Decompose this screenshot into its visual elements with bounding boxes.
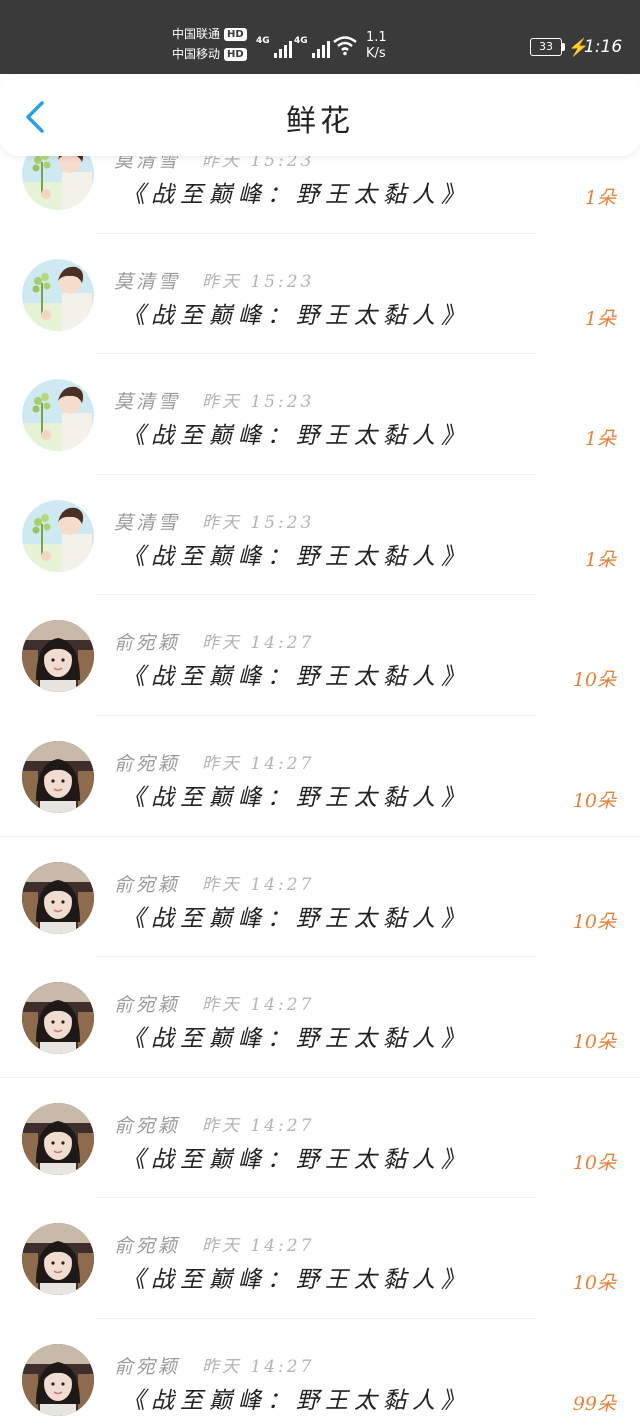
flower-gift-list: 莫清雪 昨天 15:23 《战至巅峰：野王太黏人》 1朵 莫清雪 昨天 15:2… (0, 113, 640, 1422)
carrier-1-label: 中国联通 (172, 27, 221, 41)
gift-time: 昨天 15:23 (202, 392, 315, 413)
status-bar: 中国联通 HD 中国移动 HD 4G 4G 1.1 K/s 33 ⚡ 1:16 (0, 0, 640, 74)
book-title: 《战至巅峰：野王太黏人》 (122, 182, 470, 208)
wifi-icon (333, 36, 357, 56)
user-name: 莫清雪 (114, 511, 181, 534)
nav-header: 鲜花 (0, 74, 640, 156)
gift-list-item[interactable]: 莫清雪 昨天 15:23 《战至巅峰：野王太黏人》 1朵 (0, 234, 640, 355)
user-name: 俞宛颖 (114, 873, 181, 896)
carrier-2-label: 中国移动 (172, 47, 221, 61)
flower-count: 10朵 (572, 910, 616, 933)
battery-level: 33 (539, 40, 553, 53)
net-speed-unit: K/s (366, 46, 386, 61)
gift-list-item[interactable]: 俞宛颖 昨天 14:27 《战至巅峰：野王太黏人》 10朵 (0, 716, 640, 837)
avatar-girl[interactable] (22, 1102, 94, 1175)
flower-count: 99朵 (572, 1392, 616, 1415)
avatar-boy[interactable] (22, 499, 94, 572)
gift-list-item[interactable]: 俞宛颖 昨天 14:27 《战至巅峰：野王太黏人》 10朵 (0, 1198, 640, 1319)
gift-list-item[interactable]: 俞宛颖 昨天 14:27 《战至巅峰：野王太黏人》 99朵 (0, 1319, 640, 1422)
avatar-boy[interactable] (22, 379, 94, 452)
flower-count: 10朵 (572, 1272, 616, 1295)
avatar-girl[interactable] (22, 1343, 94, 1416)
hd-badge-1: HD (224, 27, 247, 41)
flower-count: 10朵 (572, 1031, 616, 1054)
book-title: 《战至巅峰：野王太黏人》 (122, 543, 470, 570)
gift-list-item[interactable]: 俞宛颖 昨天 14:27 《战至巅峰：野王太黏人》 10朵 (0, 957, 640, 1078)
network-1-label: 4G (256, 36, 270, 46)
user-name: 俞宛颖 (114, 632, 181, 655)
gift-time: 昨天 14:27 (202, 753, 315, 774)
user-name: 俞宛颖 (114, 994, 181, 1017)
book-title: 《战至巅峰：野王太黏人》 (122, 423, 470, 450)
user-name: 莫清雪 (114, 391, 181, 414)
book-title: 《战至巅峰：野王太黏人》 (122, 1026, 470, 1053)
gift-time: 昨天 14:27 (202, 633, 315, 654)
clock: 1:16 (584, 37, 623, 57)
net-speed: 1.1 K/s (366, 30, 387, 62)
battery-icon: 33 (530, 38, 562, 56)
gift-time: 昨天 14:27 (202, 1356, 315, 1377)
network-2-label: 4G (294, 36, 308, 46)
user-name: 俞宛颖 (114, 752, 181, 775)
gift-list-item[interactable]: 俞宛颖 昨天 14:27 《战至巅峰：野王太黏人》 10朵 (0, 837, 640, 958)
gift-list-item[interactable]: 俞宛颖 昨天 14:27 《战至巅峰：野王太黏人》 10朵 (0, 1078, 640, 1199)
battery-tip (562, 43, 565, 51)
user-name: 俞宛颖 (114, 1114, 181, 1137)
flower-count: 10朵 (572, 669, 616, 692)
gift-list-item[interactable]: 莫清雪 昨天 15:23 《战至巅峰：野王太黏人》 1朵 (0, 354, 640, 475)
book-title: 《战至巅峰：野王太黏人》 (122, 1267, 470, 1294)
gift-time: 昨天 15:23 (202, 512, 315, 533)
page-title: 鲜花 (286, 104, 354, 139)
book-title: 《战至巅峰：野王太黏人》 (122, 784, 470, 811)
gift-time: 昨天 14:27 (202, 874, 315, 895)
flower-count: 1朵 (584, 548, 616, 571)
book-title: 《战至巅峰：野王太黏人》 (122, 905, 470, 932)
user-name: 俞宛颖 (114, 1355, 181, 1378)
flower-count: 1朵 (584, 307, 616, 330)
avatar-girl[interactable] (22, 982, 94, 1055)
avatar-girl[interactable] (22, 1223, 94, 1296)
avatar-boy[interactable] (22, 258, 94, 331)
flower-count: 10朵 (572, 1151, 616, 1174)
avatar-girl[interactable] (22, 620, 94, 693)
avatar-girl[interactable] (22, 740, 94, 813)
gift-time: 昨天 14:27 (202, 1115, 315, 1136)
gift-list-item[interactable]: 莫清雪 昨天 15:23 《战至巅峰：野王太黏人》 1朵 (0, 475, 640, 596)
signal-2-icon: 4G (294, 36, 330, 58)
avatar-girl[interactable] (22, 861, 94, 934)
book-title: 《战至巅峰：野王太黏人》 (122, 1387, 470, 1414)
flower-count: 10朵 (572, 789, 616, 812)
book-title: 《战至巅峰：野王太黏人》 (122, 664, 470, 691)
gift-list-item[interactable]: 俞宛颖 昨天 14:27 《战至巅峰：野王太黏人》 10朵 (0, 595, 640, 716)
user-name: 俞宛颖 (114, 1235, 181, 1258)
net-speed-value: 1.1 (366, 30, 387, 45)
carrier-info: 中国联通 HD 中国移动 HD (172, 24, 247, 64)
book-title: 《战至巅峰：野王太黏人》 (122, 1146, 470, 1173)
hd-badge-2: HD (224, 47, 247, 61)
gift-time: 昨天 15:23 (202, 271, 315, 292)
gift-time: 昨天 14:27 (202, 1236, 315, 1257)
book-title: 《战至巅峰：野王太黏人》 (122, 302, 470, 329)
gift-time: 昨天 14:27 (202, 995, 315, 1016)
signal-1-icon: 4G (256, 36, 292, 58)
flower-count: 1朵 (584, 187, 616, 209)
flower-count: 1朵 (584, 428, 616, 451)
user-name: 莫清雪 (114, 270, 181, 293)
